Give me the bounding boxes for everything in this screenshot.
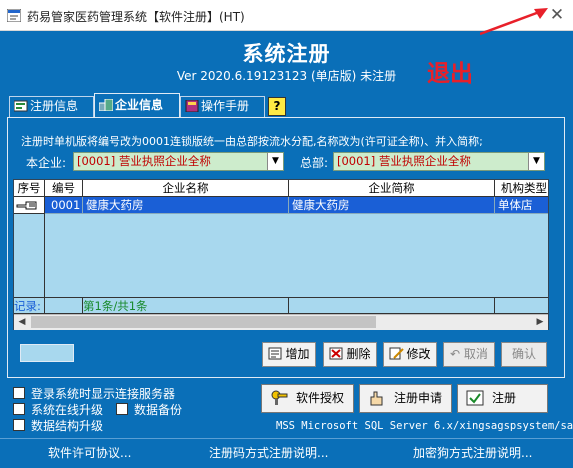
tab-register-info[interactable]: 注册信息: [9, 96, 94, 117]
edit-button-label: 修改: [406, 347, 431, 361]
column-header[interactable]: 机构类型: [495, 180, 548, 197]
edit-button[interactable]: 修改: [383, 342, 437, 367]
footer-label: 记录:: [14, 297, 45, 314]
cancel-button[interactable]: ↶ 取消: [443, 342, 495, 367]
version-text: Ver 2020.6.19123123 (单店版) 未注册: [176, 69, 397, 83]
hq-select[interactable]: [0001] 营业执照企业全称 ▼: [333, 152, 545, 171]
apply-button-label: 注册申请: [394, 391, 443, 405]
registration-note: 注册时单机版将编号改为0001连锁版统一由总部按流水分配,名称改为(许可证全称)…: [21, 135, 483, 148]
company-icon: [99, 99, 113, 111]
tab-label: 操作手册: [201, 99, 250, 113]
dongle-registration-link[interactable]: 加密狗方式注册说明...: [413, 444, 532, 461]
table-cell[interactable]: 0001: [45, 197, 83, 214]
footer-cell: [289, 297, 495, 314]
hq-select-value: [0001] 营业执照企业全称: [337, 154, 471, 168]
register-button[interactable]: 注册: [457, 384, 548, 413]
empty-column: [14, 214, 45, 297]
add-button-label: 增加: [285, 347, 310, 361]
cancel-button-label: 取消: [463, 347, 488, 361]
data-backup-label: 数据备份: [134, 403, 183, 417]
chevron-down-icon[interactable]: ▼: [528, 153, 544, 170]
tab-label: 注册信息: [30, 99, 79, 113]
register-button-label: 注册: [492, 391, 517, 405]
add-icon: [268, 347, 282, 360]
add-button[interactable]: 增加: [262, 342, 316, 367]
column-header[interactable]: 企业名称: [83, 180, 289, 197]
online-upgrade-checkbox[interactable]: [13, 403, 25, 415]
tab-company-info[interactable]: 企业信息: [94, 93, 180, 118]
key-icon: [271, 390, 288, 405]
record-count: 第1条/共1条: [83, 297, 289, 314]
company-select[interactable]: [0001] 营业执照企业全称 ▼: [73, 152, 284, 171]
structure-upgrade-label: 数据结构升级: [31, 419, 104, 433]
table-cell[interactable]: 单体店: [495, 197, 548, 214]
scrollbar-thumb[interactable]: [31, 316, 376, 328]
company-select-value: [0001] 营业执照企业全称: [77, 154, 211, 168]
hand-icon: [370, 391, 383, 406]
app-icon: [7, 9, 21, 22]
arrow-annotation-icon: [480, 8, 548, 36]
column-header[interactable]: 企业简称: [289, 180, 495, 197]
structure-upgrade-checkbox[interactable]: [13, 419, 25, 431]
hq-label: 总部:: [300, 156, 329, 170]
data-backup-checkbox[interactable]: [116, 403, 128, 415]
page-title: 系统注册: [242, 42, 331, 66]
show-server-checkbox[interactable]: [13, 387, 25, 399]
column-header[interactable]: 序号: [14, 180, 45, 197]
undo-icon: ↶: [450, 347, 464, 361]
tab-manual[interactable]: 操作手册: [180, 96, 265, 117]
exit-annotation: 退出: [427, 61, 473, 87]
scroll-right-icon[interactable]: ▶: [532, 314, 548, 330]
company-label: 本企业:: [26, 156, 67, 170]
license-agreement-link[interactable]: 软件许可协议...: [48, 444, 131, 461]
license-button-label: 软件授权: [296, 391, 345, 405]
server-info: MSS Microsoft SQL Server 6.x/xingsagspsy…: [276, 420, 573, 432]
show-server-label: 登录系统时显示连接服务器: [31, 387, 176, 401]
license-button[interactable]: 软件授权: [261, 384, 354, 413]
help-icon[interactable]: ?: [268, 97, 286, 116]
book-icon: [185, 100, 199, 112]
apply-button[interactable]: 注册申请: [359, 384, 452, 413]
footer-cell: [45, 297, 83, 314]
table-cell[interactable]: 健康大药房: [289, 197, 495, 214]
company-table[interactable]: 序号 编号 企业名称 企业简称 机构类型 0001 健康大药房 健康大药房 单体…: [13, 179, 549, 330]
window-title: 药易管家医药管理系统【软件注册】(HT): [27, 10, 245, 24]
row-pointer-icon: [14, 197, 45, 214]
code-registration-link[interactable]: 注册码方式注册说明...: [209, 444, 328, 461]
info-icon: [14, 100, 28, 112]
register-icon: [466, 390, 484, 406]
scroll-left-icon[interactable]: ◀: [14, 314, 30, 330]
status-box: [20, 344, 74, 362]
chevron-down-icon[interactable]: ▼: [267, 153, 283, 170]
column-header[interactable]: 编号: [45, 180, 83, 197]
footer-cell: [495, 297, 548, 314]
delete-icon: [329, 347, 343, 360]
delete-button-label: 删除: [346, 347, 371, 361]
edit-icon: [389, 347, 405, 360]
table-cell[interactable]: 健康大药房: [83, 197, 289, 214]
delete-button[interactable]: 删除: [323, 342, 377, 367]
online-upgrade-label: 系统在线升级: [31, 403, 104, 417]
close-button[interactable]: ✕: [547, 4, 567, 26]
confirm-button[interactable]: 确认: [501, 342, 547, 367]
tab-label: 企业信息: [115, 98, 164, 112]
